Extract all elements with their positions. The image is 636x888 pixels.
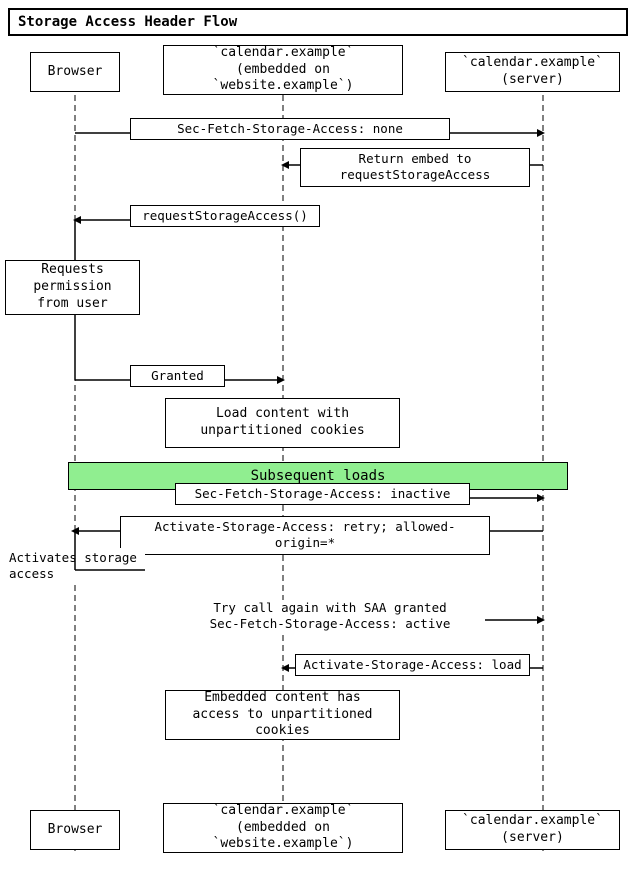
calendar-server-top-actor: `calendar.example` (server)	[445, 52, 620, 92]
diagram-container: Storage Access Header Flow Browser `cale…	[0, 0, 636, 888]
browser-bottom-actor: Browser	[30, 810, 120, 850]
msg4-label: Requests permissionfrom user	[5, 260, 140, 315]
msg2-label: Return embed to requestStorageAccess	[300, 148, 530, 187]
msg9-label: Activate-Storage-Access: retry; allowed-…	[120, 516, 490, 555]
msg11-label: Try call again with SAA granted Sec-Fetc…	[175, 600, 485, 633]
msg8-label: Sec-Fetch-Storage-Access: inactive	[175, 483, 470, 505]
calendar-embed-bottom-actor: `calendar.example` (embedded on `website…	[163, 803, 403, 853]
msg12-label: Activate-Storage-Access: load	[295, 654, 530, 676]
calendar-server-bottom-actor: `calendar.example` (server)	[445, 810, 620, 850]
msg3-label: requestStorageAccess()	[130, 205, 320, 227]
msg5-label: Granted	[130, 365, 225, 387]
msg1-label: Sec-Fetch-Storage-Access: none	[130, 118, 450, 140]
browser-top-actor: Browser	[30, 52, 120, 92]
diagram-title: Storage Access Header Flow	[8, 8, 628, 36]
msg10-label: Activates storage access	[5, 548, 145, 585]
msg13-label: Embedded content hasaccess to unpartitio…	[165, 690, 400, 740]
calendar-embed-top-actor: `calendar.example` (embedded on `website…	[163, 45, 403, 95]
msg6-label: Load content withunpartitioned cookies	[165, 398, 400, 448]
